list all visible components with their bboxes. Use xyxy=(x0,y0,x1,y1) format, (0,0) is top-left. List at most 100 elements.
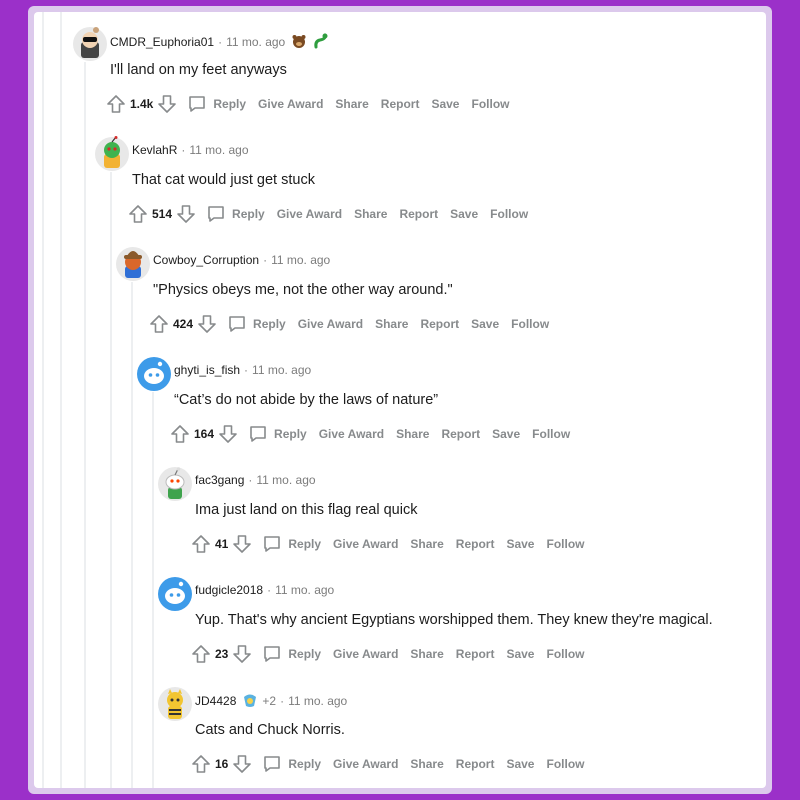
follow-button[interactable]: Follow xyxy=(546,757,584,771)
downvote-icon[interactable] xyxy=(232,534,252,554)
reply-button[interactable]: Reply xyxy=(187,94,246,114)
avatar[interactable] xyxy=(157,466,193,502)
meta-separator: · xyxy=(244,363,249,377)
give-award-button[interactable]: Give Award xyxy=(333,537,398,551)
reply-button[interactable]: Reply xyxy=(248,424,307,444)
report-button[interactable]: Report xyxy=(381,97,420,111)
vote-score: 23 xyxy=(215,647,229,661)
action-bar: 41 Reply Give Award Share Report Save Fo… xyxy=(191,534,584,554)
thread-line[interactable] xyxy=(42,12,44,788)
reply-button[interactable]: Reply xyxy=(227,314,286,334)
timestamp[interactable]: 11 mo. ago xyxy=(226,35,285,49)
comment-bubble-icon xyxy=(264,646,281,662)
share-button[interactable]: Share xyxy=(335,97,368,111)
follow-button[interactable]: Follow xyxy=(532,427,570,441)
report-button[interactable]: Report xyxy=(456,537,495,551)
reply-button[interactable]: Reply xyxy=(262,644,321,664)
share-button[interactable]: Share xyxy=(354,207,387,221)
share-button[interactable]: Share xyxy=(410,757,443,771)
author-link[interactable]: fudgicle2018 xyxy=(195,583,263,597)
follow-button[interactable]: Follow xyxy=(471,97,509,111)
action-bar: 16 Reply Give Award Share Report Save Fo… xyxy=(191,754,584,774)
report-button[interactable]: Report xyxy=(441,427,480,441)
timestamp[interactable]: 11 mo. ago xyxy=(256,473,315,487)
save-button[interactable]: Save xyxy=(492,427,520,441)
downvote-icon[interactable] xyxy=(176,204,196,224)
give-award-button[interactable]: Give Award xyxy=(319,427,384,441)
bear-emoji-icon xyxy=(291,33,309,51)
award-icon[interactable] xyxy=(242,693,258,709)
share-button[interactable]: Share xyxy=(410,537,443,551)
avatar[interactable] xyxy=(72,26,108,62)
author-link[interactable]: CMDR_Euphoria01 xyxy=(110,35,214,49)
timestamp[interactable]: 11 mo. ago xyxy=(252,363,311,377)
report-button[interactable]: Report xyxy=(420,317,459,331)
timestamp[interactable]: 11 mo. ago xyxy=(275,583,334,597)
thread-line[interactable] xyxy=(84,62,86,788)
report-button[interactable]: Report xyxy=(456,647,495,661)
save-button[interactable]: Save xyxy=(506,647,534,661)
share-button[interactable]: Share xyxy=(375,317,408,331)
upvote-icon[interactable] xyxy=(170,424,190,444)
save-button[interactable]: Save xyxy=(506,537,534,551)
save-button[interactable]: Save xyxy=(506,757,534,771)
save-button[interactable]: Save xyxy=(431,97,459,111)
give-award-button[interactable]: Give Award xyxy=(258,97,323,111)
reply-button[interactable]: Reply xyxy=(206,204,265,224)
follow-button[interactable]: Follow xyxy=(546,647,584,661)
report-button[interactable]: Report xyxy=(456,757,495,771)
report-button[interactable]: Report xyxy=(399,207,438,221)
avatar[interactable] xyxy=(157,686,193,722)
reply-label: Reply xyxy=(274,427,307,441)
share-button[interactable]: Share xyxy=(396,427,429,441)
reply-label: Reply xyxy=(288,537,322,551)
follow-button[interactable]: Follow xyxy=(490,207,528,221)
downvote-icon[interactable] xyxy=(232,644,252,664)
give-award-button[interactable]: Give Award xyxy=(298,317,363,331)
comment-thread-panel: CMDR_Euphoria01 · 11 mo. ago I'll land o… xyxy=(34,12,766,788)
timestamp[interactable]: 11 mo. ago xyxy=(271,253,330,267)
downvote-icon[interactable] xyxy=(218,424,238,444)
give-award-button[interactable]: Give Award xyxy=(333,647,398,661)
save-button[interactable]: Save xyxy=(450,207,478,221)
thread-line[interactable] xyxy=(60,12,62,788)
avatar[interactable] xyxy=(136,356,172,392)
upvote-icon[interactable] xyxy=(106,94,126,114)
timestamp[interactable]: 11 mo. ago xyxy=(189,143,248,157)
thread-line[interactable] xyxy=(110,172,112,788)
action-bar: 164 Reply Give Award Share Report Save F… xyxy=(170,424,570,444)
upvote-icon[interactable] xyxy=(128,204,148,224)
follow-button[interactable]: Follow xyxy=(546,537,584,551)
reply-button[interactable]: Reply xyxy=(262,534,321,554)
meta-separator: · xyxy=(181,143,186,157)
downvote-icon[interactable] xyxy=(232,754,252,774)
author-link[interactable]: KevlahR xyxy=(132,143,177,157)
upvote-icon[interactable] xyxy=(149,314,169,334)
reply-label: Reply xyxy=(213,97,247,111)
downvote-icon[interactable] xyxy=(157,94,177,114)
downvote-icon[interactable] xyxy=(197,314,217,334)
upvote-icon[interactable] xyxy=(191,644,211,664)
avatar[interactable] xyxy=(94,136,130,172)
thread-line[interactable] xyxy=(131,282,133,788)
upvote-icon[interactable] xyxy=(191,754,211,774)
give-award-button[interactable]: Give Award xyxy=(277,207,342,221)
share-button[interactable]: Share xyxy=(410,647,443,661)
award-count[interactable]: +2 xyxy=(262,694,276,708)
follow-button[interactable]: Follow xyxy=(511,317,549,331)
give-award-button[interactable]: Give Award xyxy=(333,757,398,771)
vote-score: 1.4k xyxy=(130,97,154,111)
reply-button[interactable]: Reply xyxy=(262,754,321,774)
timestamp[interactable]: 11 mo. ago xyxy=(288,694,347,708)
save-button[interactable]: Save xyxy=(471,317,499,331)
author-link[interactable]: ghyti_is_fish xyxy=(174,363,240,377)
reply-label: Reply xyxy=(288,757,322,771)
comment-bubble-icon xyxy=(250,426,266,442)
author-link[interactable]: fac3gang xyxy=(195,473,244,487)
author-link[interactable]: JD4428 xyxy=(195,694,236,708)
upvote-icon[interactable] xyxy=(191,534,211,554)
avatar[interactable] xyxy=(115,246,151,282)
author-link[interactable]: Cowboy_Corruption xyxy=(153,253,259,267)
comment-bubble-icon xyxy=(189,96,206,112)
avatar[interactable] xyxy=(157,576,193,612)
